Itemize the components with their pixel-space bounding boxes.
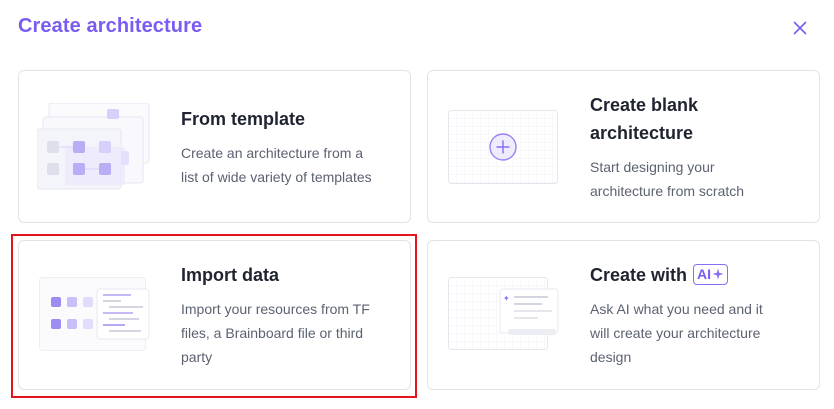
import-illustration [39, 277, 150, 351]
close-button[interactable] [788, 16, 812, 40]
card-description: Create an architecture from a list of wi… [181, 145, 372, 185]
card-title: Create with AI [590, 261, 729, 289]
ai-illustration: ✦ [448, 277, 559, 350]
template-illustration [37, 103, 150, 190]
card-description: Start designing your architecture from s… [590, 159, 745, 199]
sparkle-icon [712, 268, 724, 280]
card-description: Ask AI what you need and it will create … [590, 301, 763, 365]
card-title: Create blank architecture [590, 95, 699, 143]
card-blank-architecture[interactable]: Create blank architecture Start designin… [427, 70, 820, 223]
close-icon [793, 21, 807, 35]
ai-badge: AI [693, 263, 729, 285]
card-title: Import data [181, 265, 280, 285]
card-create-with-ai[interactable]: ✦ Create with AI Ask AI what you need and… [427, 240, 820, 390]
blank-canvas-illustration [448, 110, 558, 184]
card-title: From template [181, 109, 306, 129]
card-description: Import your resources from TF files, a B… [181, 301, 370, 365]
svg-text:✦: ✦ [503, 294, 510, 303]
card-import-data[interactable]: Import data Import your resources from T… [18, 240, 411, 390]
card-from-template[interactable]: From template Create an architecture fro… [18, 70, 411, 223]
dialog-title: Create architecture [18, 15, 203, 37]
